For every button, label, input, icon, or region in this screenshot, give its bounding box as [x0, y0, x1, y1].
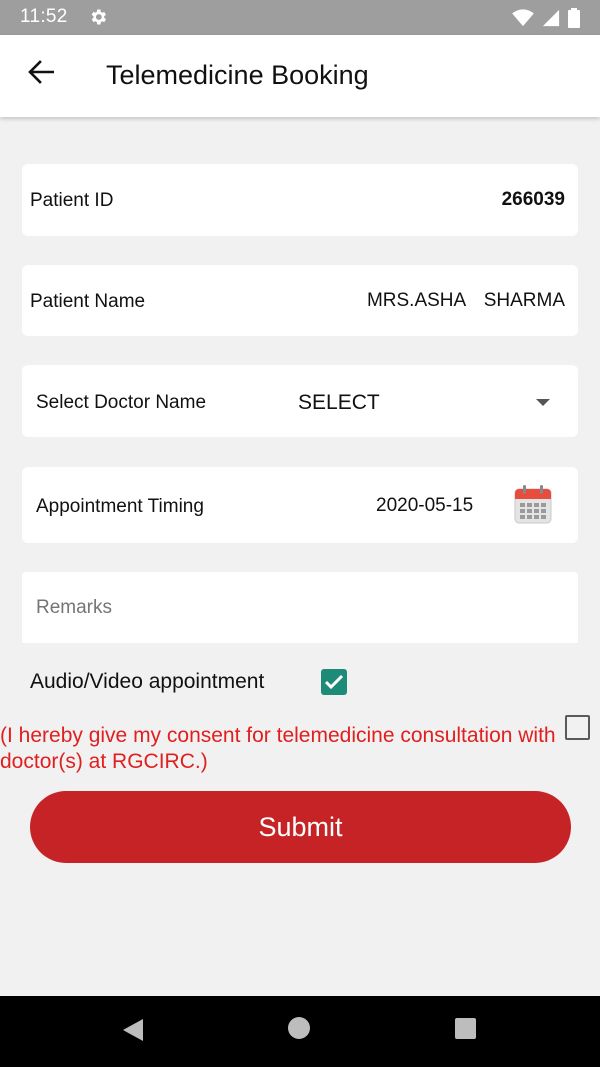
navigation-bar [0, 996, 600, 1067]
patient-id-label: Patient ID [30, 190, 114, 211]
doctor-select-dropdown[interactable]: SELECT [298, 391, 380, 415]
doctor-select-label: Select Doctor Name [36, 392, 207, 413]
patient-name-label: Patient Name [30, 291, 146, 312]
app-bar: Telemedicine Booking [0, 35, 600, 117]
appointment-date-value[interactable]: 2020-05-15 [376, 495, 473, 517]
nav-back-icon[interactable] [122, 1018, 144, 1047]
dropdown-arrow-icon[interactable] [536, 399, 550, 406]
remarks-card [22, 572, 578, 643]
checkmark-icon [324, 674, 344, 690]
appointment-timing-label: Appointment Timing [36, 496, 204, 517]
arrow-back-icon [28, 59, 55, 89]
audio-video-checkbox[interactable] [321, 669, 347, 695]
status-icons [512, 8, 580, 33]
patient-id-value: 266039 [501, 189, 565, 210]
doctor-select-card: Select Doctor Name SELECT [22, 365, 578, 437]
patient-name-value: MRS.ASHA SHARMA [366, 290, 565, 311]
page-title: Telemedicine Booking [106, 60, 369, 90]
remarks-input[interactable] [36, 597, 556, 619]
consent-checkbox[interactable] [565, 715, 590, 740]
appointment-timing-card: Appointment Timing 2020-05-15 [22, 467, 578, 543]
status-bar: 11:52 [0, 0, 600, 35]
patient-id-card: Patient ID 266039 [22, 164, 578, 236]
wifi-icon [512, 9, 534, 32]
nav-recents-icon[interactable] [455, 1018, 476, 1039]
status-time: 11:52 [20, 6, 68, 27]
submit-button[interactable]: Submit [30, 791, 571, 863]
nav-home-icon[interactable] [288, 1017, 310, 1039]
signal-icon [542, 9, 560, 32]
settings-gear-icon [88, 7, 108, 32]
battery-icon [568, 8, 580, 33]
calendar-icon[interactable] [514, 484, 552, 524]
consent-text: (I hereby give my consent for telemedici… [0, 724, 556, 773]
back-button[interactable] [24, 57, 58, 91]
audio-video-label: Audio/Video appointment [30, 670, 265, 693]
patient-name-card: Patient Name MRS.ASHA SHARMA [22, 265, 578, 336]
